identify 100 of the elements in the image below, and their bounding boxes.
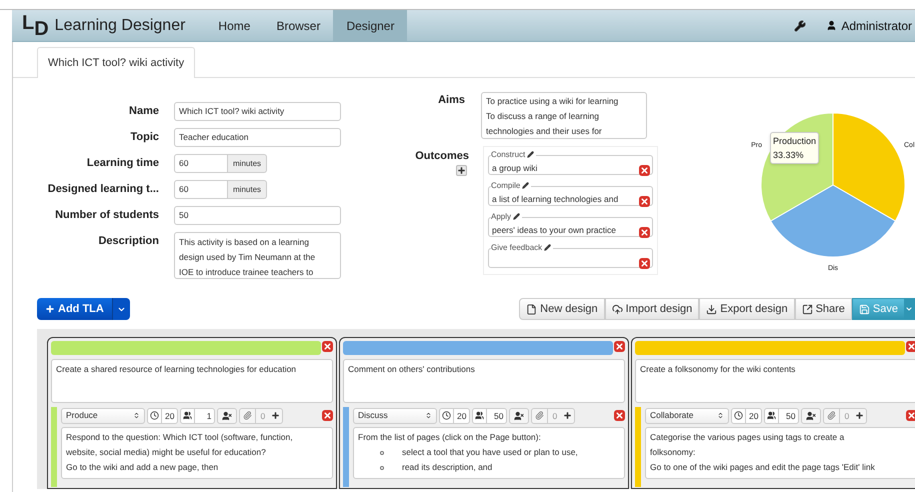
caret-icon bbox=[905, 305, 913, 313]
paperclip-icon bbox=[535, 411, 544, 420]
remove-people-button[interactable] bbox=[217, 408, 238, 424]
pencil-icon[interactable] bbox=[544, 244, 552, 251]
field-label: Designed learning t... bbox=[46, 182, 159, 197]
select-arrows-icon bbox=[425, 412, 432, 419]
delete-tla-icon[interactable] bbox=[906, 341, 915, 352]
share-icon bbox=[802, 304, 813, 314]
toolbar-button[interactable]: New design bbox=[519, 298, 605, 320]
wrench-icon[interactable] bbox=[794, 20, 806, 32]
field-label: Outcomes bbox=[415, 149, 469, 164]
delete-outcome-icon[interactable] bbox=[639, 165, 650, 176]
field-label: Description bbox=[97, 234, 159, 249]
design-tab[interactable]: Which ICT tool? wiki activity bbox=[37, 47, 196, 78]
clock-icon bbox=[734, 411, 743, 420]
bullet-icon bbox=[380, 450, 384, 454]
user-remove-icon bbox=[222, 410, 232, 420]
download-icon bbox=[706, 304, 718, 314]
text-field[interactable]: Teacher education bbox=[174, 128, 341, 147]
activity-description-field[interactable]: Categorise the various pages using tags to create a folksonomy: Go to one of the wiki pages and edit the page tags 'Edit' link bbox=[645, 427, 915, 479]
remove-people-button[interactable] bbox=[509, 408, 530, 424]
description-line: Go to the wiki and add a new page, then bbox=[66, 461, 220, 474]
clock-icon bbox=[442, 411, 451, 420]
plus-icon bbox=[45, 304, 55, 314]
activity-handle[interactable] bbox=[635, 407, 641, 487]
tla-title-field[interactable]: Create a shared resource of learning technologies for education bbox=[51, 359, 333, 403]
add-outcome-button[interactable] bbox=[456, 164, 467, 176]
delete-outcome-icon[interactable] bbox=[639, 227, 650, 238]
activity-type-select[interactable]: Discuss bbox=[353, 408, 437, 424]
user-menu[interactable]: Administrator bbox=[826, 16, 912, 34]
description-line: folksonomy: bbox=[650, 446, 696, 459]
field-label: Name bbox=[128, 104, 159, 119]
delete-activity-icon[interactable] bbox=[906, 410, 915, 420]
activity-handle[interactable] bbox=[343, 407, 349, 487]
aims-field[interactable]: To practice using a wiki for learning To discuss a range of learning technologies and their uses for bbox=[481, 92, 647, 139]
delete-outcome-icon[interactable] bbox=[639, 258, 650, 269]
nav-link[interactable]: Designer bbox=[333, 10, 408, 41]
pencil-icon[interactable] bbox=[513, 213, 520, 220]
nav-link[interactable]: Home bbox=[205, 10, 264, 41]
cloud-upload-icon bbox=[612, 304, 623, 314]
outcome-verb[interactable]: Construct bbox=[491, 149, 526, 160]
delete-activity-icon[interactable] bbox=[614, 410, 625, 420]
delete-tla-icon[interactable] bbox=[322, 341, 333, 352]
description-line: Go to one of the wiki pages and edit the page tags 'Edit' link bbox=[650, 461, 876, 474]
group-icon bbox=[475, 411, 484, 420]
tla-title-field[interactable]: Create a folksonomy for the wiki contents bbox=[635, 359, 915, 403]
pencil-icon[interactable] bbox=[522, 182, 530, 189]
text-field[interactable]: 50 bbox=[174, 206, 341, 225]
app-title: Learning Designer bbox=[54, 16, 186, 36]
dropdown-toggle[interactable] bbox=[112, 298, 130, 320]
clock-icon bbox=[150, 411, 159, 420]
remove-people-button[interactable] bbox=[801, 408, 822, 424]
description-line: Respond to the question: Which ICT tool (software, function, bbox=[66, 431, 294, 444]
tla-title-field[interactable]: Comment on others' contributions bbox=[343, 359, 625, 403]
field-label: Learning time bbox=[86, 156, 159, 171]
add-tla-button[interactable]: Add TLA bbox=[37, 298, 112, 320]
add-attachment-icon[interactable] bbox=[563, 411, 572, 420]
select-arrows-icon bbox=[133, 412, 140, 419]
number-field[interactable]: 60 bbox=[174, 180, 228, 199]
save-icon bbox=[858, 304, 870, 314]
description-line: Categorise the various pages using tags to create a bbox=[650, 431, 846, 444]
field-label: Number of students bbox=[54, 208, 159, 223]
paperclip-icon bbox=[243, 411, 252, 420]
save-options-toggle[interactable] bbox=[905, 298, 915, 320]
activity-handle[interactable] bbox=[51, 407, 57, 487]
activity-description-field[interactable]: Respond to the question: Which ICT tool (software, function, website, social media) might be useful for education? Go to the wiki and add a new page, then bbox=[61, 427, 333, 479]
user-remove-icon bbox=[806, 410, 816, 420]
select-arrows-icon bbox=[717, 412, 724, 419]
toolbar-button[interactable]: Import design bbox=[604, 298, 700, 320]
activity-type-select[interactable]: Produce bbox=[61, 408, 145, 424]
unit-label: minutes bbox=[228, 180, 268, 199]
activity-description-field[interactable]: From the list of pages (click on the Page button): select a tool that you have used or plan to use, read its description, and bbox=[353, 427, 625, 479]
toolbar-button[interactable]: Export design bbox=[699, 298, 795, 320]
list-item-text: read its description, and bbox=[402, 461, 492, 474]
delete-activity-icon[interactable] bbox=[322, 410, 333, 420]
tooltip-text: Production bbox=[773, 135, 816, 148]
group-icon bbox=[767, 411, 776, 420]
pencil-icon[interactable] bbox=[527, 151, 534, 158]
description-line: From the list of pages (click on the Page button): bbox=[358, 431, 542, 444]
text-field[interactable]: Which ICT tool? wiki activity bbox=[174, 102, 341, 121]
user-remove-icon bbox=[514, 410, 524, 420]
activity-type-select[interactable]: Collaborate bbox=[645, 408, 729, 424]
field-label: Aims bbox=[437, 93, 465, 108]
nav-link[interactable]: Browser bbox=[263, 10, 334, 41]
description-line: website, social media) might be useful for education? bbox=[66, 446, 267, 459]
field-label: Topic bbox=[129, 130, 159, 145]
delete-outcome-icon[interactable] bbox=[639, 196, 650, 207]
attachment-count: 0 bbox=[547, 408, 562, 422]
add-attachment-icon[interactable] bbox=[855, 411, 864, 420]
list-item-text: select a tool that you have used or plan to use, bbox=[402, 446, 578, 459]
group-icon bbox=[183, 411, 192, 420]
delete-tla-icon[interactable] bbox=[614, 341, 625, 352]
description-field[interactable]: This activity is based on a learning design used by Tim Neumann at the IOE to introduce trainee teachers to bbox=[174, 232, 341, 279]
plus-icon bbox=[457, 166, 466, 174]
add-attachment-icon[interactable] bbox=[271, 411, 280, 420]
attachment-count: 0 bbox=[255, 408, 270, 422]
tooltip-text: 33.33% bbox=[773, 149, 805, 162]
number-field[interactable]: 60 bbox=[174, 154, 228, 173]
file-icon bbox=[526, 304, 538, 314]
toolbar-button[interactable]: Share bbox=[794, 298, 852, 320]
